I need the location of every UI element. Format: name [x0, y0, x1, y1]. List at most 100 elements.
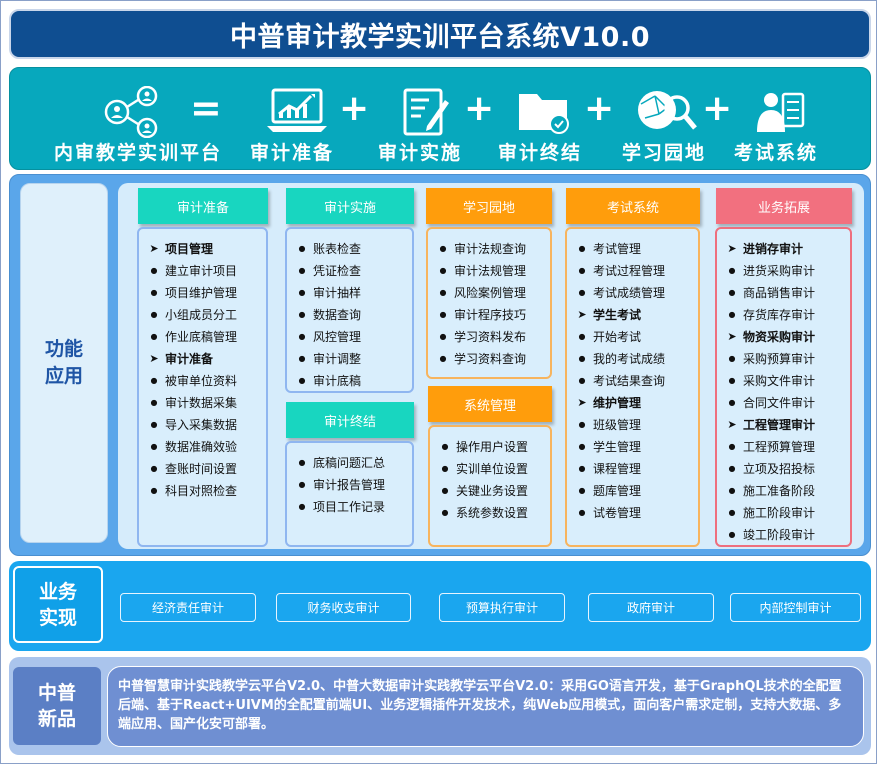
list-item[interactable]: ● 审计程序技巧 — [428, 303, 550, 325]
list-item[interactable]: ● 考试成绩管理 — [567, 281, 698, 303]
list-item[interactable]: ● 存货库存审计 — [717, 303, 850, 325]
header-learning[interactable]: 学习园地 — [426, 188, 552, 224]
list-item[interactable]: ● 审计调整 — [287, 347, 412, 369]
list-item[interactable]: ● 项目维护管理 — [139, 281, 266, 303]
list-item[interactable]: ● 凭证检查 — [287, 259, 412, 281]
list-group-heading[interactable]: ➤ 进销存审计 — [717, 237, 850, 259]
list-item[interactable]: ● 我的考试成绩 — [567, 347, 698, 369]
list-item[interactable]: ● 考试结果查询 — [567, 369, 698, 391]
list-item[interactable]: ● 导入采集数据 — [139, 413, 266, 435]
document-pen-icon — [403, 88, 449, 136]
list-item[interactable]: ● 审计底稿 — [287, 369, 412, 391]
list-item[interactable]: ● 班级管理 — [567, 413, 698, 435]
header-audit-prep[interactable]: 审计准备 — [138, 188, 268, 224]
list-item[interactable]: ● 审计数据采集 — [139, 391, 266, 413]
list-item[interactable]: ● 查账时间设置 — [139, 457, 266, 479]
list-group-heading[interactable]: ➤ 项目管理 — [139, 237, 266, 259]
list-group-heading[interactable]: ➤ 物资采购审计 — [717, 325, 850, 347]
list-item[interactable]: ● 竣工阶段审计 — [717, 523, 850, 545]
button-government-audit[interactable]: 政府审计 — [588, 593, 714, 622]
list-item[interactable]: ● 小组成员分工 — [139, 303, 266, 325]
list-system-mgmt: ● 操作用户设置 ● 实训单位设置 ● 关键业务设置 ● 系统参数设置 — [428, 425, 552, 547]
dot-bullet-icon: ● — [298, 353, 306, 363]
list-item-label: 审计法规管理 — [454, 263, 527, 278]
formula-item-prep: 审计准备 — [250, 68, 342, 171]
list-item[interactable]: ● 审计法规查询 — [428, 237, 550, 259]
list-item[interactable]: ● 被审单位资料 — [139, 369, 266, 391]
arrow-bullet-icon: ➤ — [577, 307, 587, 321]
list-group-heading[interactable]: ➤ 工程管理审计 — [717, 413, 850, 435]
list-item[interactable]: ● 风险案例管理 — [428, 281, 550, 303]
formula-label-end: 审计终结 — [498, 142, 583, 164]
list-item[interactable]: ● 采购文件审计 — [717, 369, 850, 391]
list-item-label: 立项及招投标 — [743, 461, 816, 476]
list-item[interactable]: ● 施工阶段审计 — [717, 501, 850, 523]
list-item[interactable]: ● 进货采购审计 — [717, 259, 850, 281]
arrow-bullet-icon: ➤ — [727, 417, 737, 431]
list-item[interactable]: ● 学习资料发布 — [428, 325, 550, 347]
list-item[interactable]: ● 关键业务设置 — [430, 479, 550, 501]
business-label-line2: 实现 — [38, 606, 77, 629]
function-label-line1: 功能 — [44, 338, 83, 360]
list-audit-impl: ● 账表检查 ● 凭证检查 ● 审计抽样 ● 数据查询 ● 风控管理 ● 审计调整 ● 审计底稿 — [285, 227, 414, 393]
list-item[interactable]: ● 商品销售审计 — [717, 281, 850, 303]
header-audit-impl[interactable]: 审计实施 — [286, 188, 414, 224]
list-item[interactable]: ● 数据准确效验 — [139, 435, 266, 457]
list-item[interactable]: ● 审计法规管理 — [428, 259, 550, 281]
list-item[interactable]: ● 建立审计项目 — [139, 259, 266, 281]
function-panel: 审计准备 ➤ 项目管理 ● 建立审计项目 ● 项目维护管理 ● 小组成员分工 ● 作业底稿管理 ➤ 审… — [118, 183, 864, 549]
list-item[interactable]: ● 风控管理 — [287, 325, 412, 347]
list-item[interactable]: ● 试卷管理 — [567, 501, 698, 523]
list-group-heading[interactable]: ➤ 学生考试 — [567, 303, 698, 325]
list-item[interactable]: ● 系统参数设置 — [430, 501, 550, 523]
list-item[interactable]: ● 施工准备阶段 — [717, 479, 850, 501]
formula-item-exam: 考试系统 — [734, 68, 824, 171]
list-item[interactable]: ● 学生管理 — [567, 435, 698, 457]
header-audit-end[interactable]: 审计终结 — [286, 402, 414, 438]
plus-sign-1: + — [339, 88, 370, 129]
list-item-label: 合同文件审计 — [743, 395, 816, 410]
list-item[interactable]: ● 项目工作记录 — [287, 495, 412, 517]
list-item[interactable]: ● 考试过程管理 — [567, 259, 698, 281]
dot-bullet-icon: ● — [728, 485, 736, 495]
list-item[interactable]: ● 实训单位设置 — [430, 457, 550, 479]
list-item[interactable]: ● 开始考试 — [567, 325, 698, 347]
function-label-line2: 应用 — [44, 365, 83, 387]
list-item-label: 进销存审计 — [743, 241, 804, 256]
dot-bullet-icon: ● — [728, 265, 736, 275]
list-item[interactable]: ● 底稿问题汇总 — [287, 451, 412, 473]
header-business-expansion[interactable]: 业务拓展 — [716, 188, 852, 224]
button-budget-execution-audit[interactable]: 预算执行审计 — [439, 593, 565, 622]
list-item[interactable]: ● 采购预算审计 — [717, 347, 850, 369]
dot-bullet-icon: ● — [441, 463, 449, 473]
list-item[interactable]: ● 考试管理 — [567, 237, 698, 259]
header-exam-system[interactable]: 考试系统 — [566, 188, 700, 224]
list-item[interactable]: ● 合同文件审计 — [717, 391, 850, 413]
list-item[interactable]: ● 工程预算管理 — [717, 435, 850, 457]
dot-bullet-icon: ● — [578, 419, 586, 429]
list-item[interactable]: ● 立项及招投标 — [717, 457, 850, 479]
dot-bullet-icon: ● — [578, 353, 586, 363]
list-item[interactable]: ● 题库管理 — [567, 479, 698, 501]
button-financial-audit[interactable]: 财务收支审计 — [276, 593, 411, 622]
list-item[interactable]: ● 审计报告管理 — [287, 473, 412, 495]
list-item[interactable]: ● 账表检查 — [287, 237, 412, 259]
list-item[interactable]: ● 科目对照检查 — [139, 479, 266, 501]
button-economic-responsibility-audit[interactable]: 经济责任审计 — [120, 593, 256, 622]
list-item[interactable]: ● 操作用户设置 — [430, 435, 550, 457]
list-item[interactable]: ● 学习资料查询 — [428, 347, 550, 369]
list-item[interactable]: ● 审计抽样 — [287, 281, 412, 303]
button-internal-control-audit[interactable]: 内部控制审计 — [730, 593, 861, 622]
list-item[interactable]: ● 数据查询 — [287, 303, 412, 325]
list-audit-end: ● 底稿问题汇总 ● 审计报告管理 ● 项目工作记录 — [285, 441, 414, 547]
dot-bullet-icon: ● — [578, 331, 586, 341]
arrow-bullet-icon: ➤ — [149, 351, 159, 365]
dot-bullet-icon: ● — [150, 463, 158, 473]
list-item[interactable]: ● 课程管理 — [567, 457, 698, 479]
business-section: 业务 实现 经济责任审计 财务收支审计 预算执行审计 政府审计 内部控制审计 — [9, 561, 871, 651]
list-group-heading[interactable]: ➤ 维护管理 — [567, 391, 698, 413]
dot-bullet-icon: ● — [578, 265, 586, 275]
list-group-heading[interactable]: ➤ 审计准备 — [139, 347, 266, 369]
header-system-mgmt[interactable]: 系统管理 — [428, 386, 552, 422]
list-item[interactable]: ● 作业底稿管理 — [139, 325, 266, 347]
